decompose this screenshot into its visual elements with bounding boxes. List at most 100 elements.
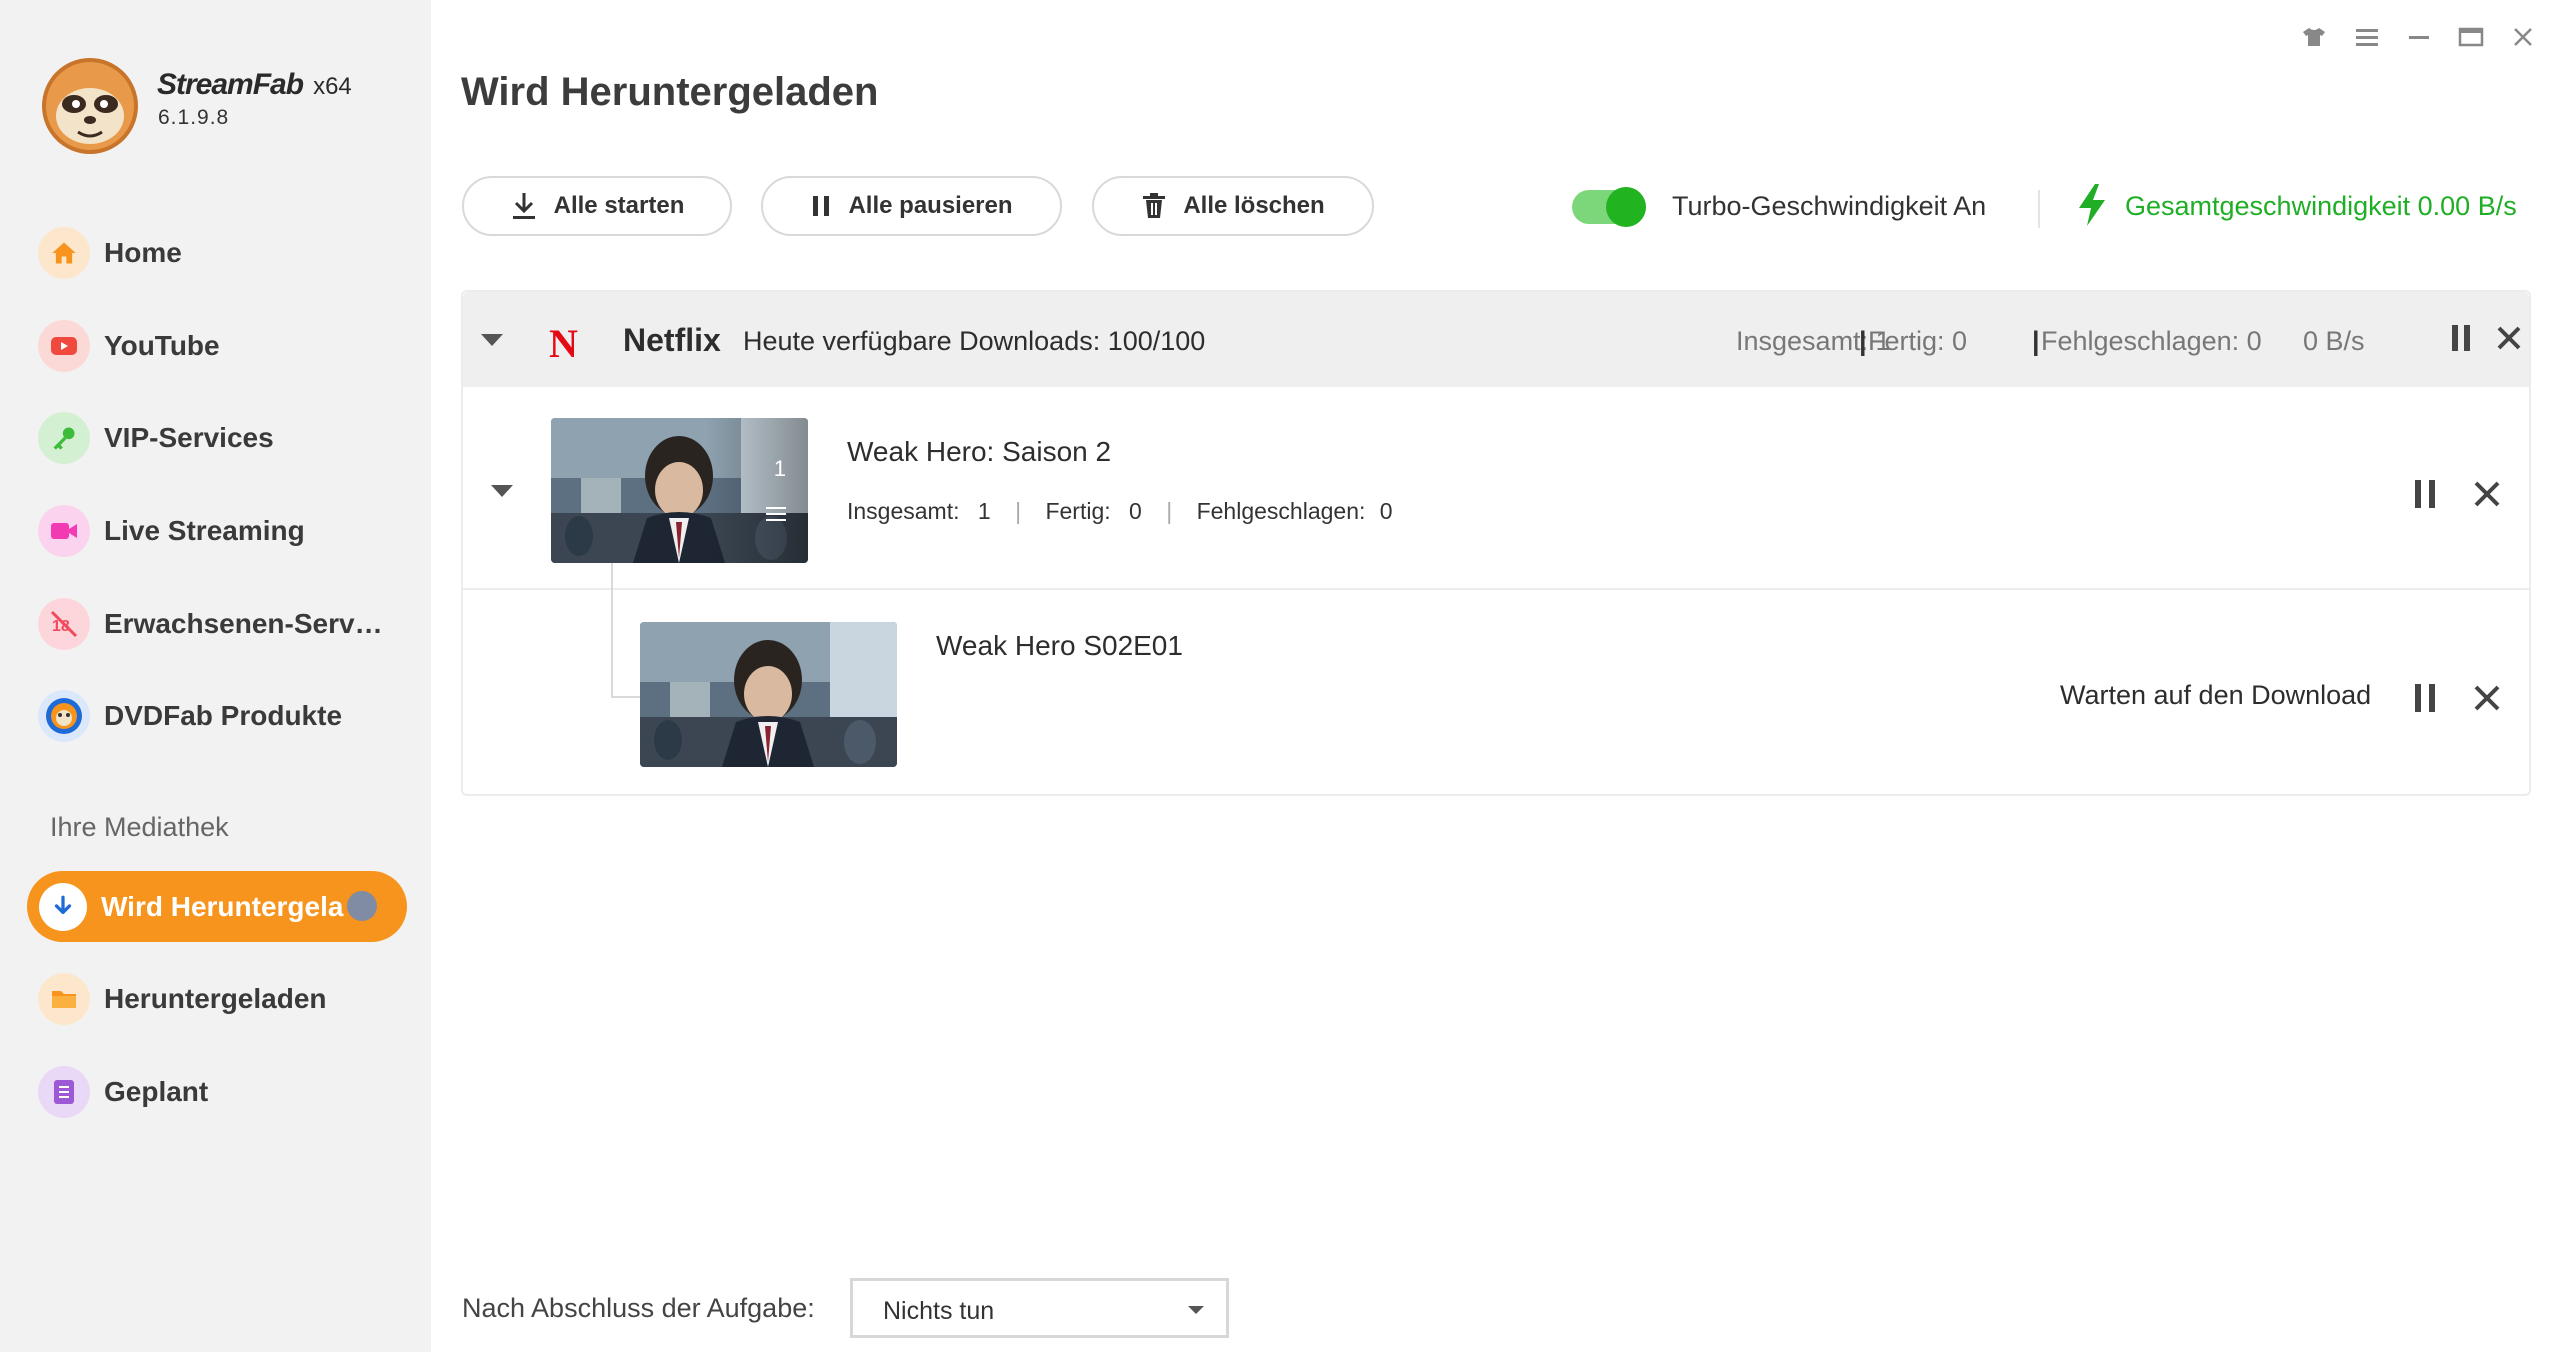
service-name: Netflix (623, 322, 721, 358)
youtube-icon (38, 320, 90, 372)
download-icon (512, 193, 535, 219)
pause-season-button[interactable] (2405, 474, 2445, 514)
delete-all-label: Alle löschen (1183, 192, 1325, 219)
app-version: 6.1.9.8 (158, 106, 230, 129)
sidebar-item-live-streaming[interactable]: Live Streaming (26, 495, 406, 567)
stat-separator: | (1015, 498, 1022, 524)
download-group: N Netflix Heute verfügbare Downloads: 10… (461, 290, 2531, 796)
streamfab-logo (38, 54, 142, 158)
close-season-button[interactable] (2467, 474, 2507, 514)
tree-line (611, 563, 613, 698)
close-episode-button[interactable] (2467, 678, 2507, 718)
sidebar-item-label: Geplant (104, 1076, 209, 1107)
close-window-icon[interactable] (2506, 20, 2540, 54)
sidebar-item-dvdfab-products[interactable]: DVDFab Produkte (26, 680, 406, 752)
done-value: 0 (1129, 498, 1142, 524)
pause-icon (2415, 684, 2435, 712)
season-title: Weak Hero: Saison 2 (847, 436, 1112, 467)
tree-line (611, 696, 641, 698)
sidebar-item-adult-services[interactable]: 18 Erwachsenen-Serv… (26, 588, 406, 660)
trash-icon (1143, 193, 1166, 218)
close-icon (2474, 481, 2500, 507)
lightning-icon (2075, 182, 2109, 233)
key-icon (38, 412, 90, 464)
download-icon (39, 882, 87, 931)
after-task-select[interactable]: Nichts tun (850, 1278, 1229, 1338)
app-name: StreamFab x64 (157, 68, 352, 101)
divider (2038, 190, 2040, 228)
after-task-label: Nach Abschluss der Aufgabe: (462, 1293, 815, 1323)
turbo-label: Turbo-Geschwindigkeit An (1672, 191, 1987, 221)
season-stats: Insgesamt: 1 | Fertig: 0 | Fehlgeschlage… (847, 498, 1393, 525)
close-group-button[interactable] (2491, 320, 2527, 356)
after-task-value: Nichts tun (883, 1297, 995, 1325)
total-speed: Gesamtgeschwindigkeit 0.00 B/s (2125, 191, 2517, 221)
start-all-label: Alle starten (553, 192, 685, 219)
stat-separator: | (2032, 326, 2040, 356)
sidebar-item-label: DVDFab Produkte (104, 700, 343, 731)
toggle-knob (1606, 187, 1646, 227)
download-quota: Heute verfügbare Downloads: 100/100 (743, 326, 1206, 356)
collapse-group-icon[interactable] (481, 334, 503, 346)
sidebar-item-scheduled[interactable]: Geplant (26, 1056, 406, 1128)
total-label: Insgesamt: (847, 498, 960, 524)
minimize-icon[interactable] (2402, 20, 2436, 54)
sidebar-item-home[interactable]: Home (26, 217, 406, 289)
failed-value: 0 (1379, 498, 1393, 524)
episode-thumbnail[interactable] (640, 622, 897, 767)
sidebar-item-vip-services[interactable]: VIP-Services (26, 402, 406, 474)
dvdfab-icon (38, 690, 90, 742)
playlist-icon (764, 504, 788, 529)
failed-label: Fehlgeschlagen: (1196, 498, 1366, 524)
adult-icon: 18 (38, 598, 90, 650)
sidebar: StreamFab x64 6.1.9.8 Home YouTube VIP-Se… (0, 0, 431, 1352)
page-title: Wird Heruntergeladen (461, 70, 879, 114)
sidebar-item-downloading[interactable]: Wird Heruntergela (27, 871, 407, 942)
group-failed: Fehlgeschlagen: 0 (2041, 326, 2262, 356)
sidebar-item-downloaded[interactable]: Heruntergeladen (26, 963, 406, 1035)
camera-icon (38, 505, 90, 557)
episode-title: Weak Hero S02E01 (936, 630, 1183, 661)
home-icon (38, 227, 90, 279)
pause-episode-button[interactable] (2405, 678, 2445, 718)
pause-icon (813, 196, 830, 216)
menu-icon[interactable] (2350, 20, 2384, 54)
group-header: N Netflix Heute verfügbare Downloads: 10… (463, 292, 2529, 387)
group-done: Fertig: 0 (1868, 326, 1968, 356)
sidebar-item-label: VIP-Services (104, 422, 274, 453)
chevron-down-icon (1188, 1306, 1204, 1314)
netflix-icon: N (549, 321, 578, 366)
sidebar-item-label: Heruntergeladen (104, 983, 327, 1014)
episode-status: Warten auf den Download (2060, 680, 2372, 710)
sidebar-item-label: Live Streaming (104, 515, 305, 546)
library-section-label: Ihre Mediathek (50, 812, 229, 842)
close-icon (2474, 685, 2500, 711)
group-speed: 0 B/s (2303, 326, 2365, 356)
start-all-button[interactable]: Alle starten (462, 176, 732, 236)
sidebar-item-label: Erwachsenen-Serv… (104, 608, 383, 639)
list-icon (38, 1066, 90, 1118)
pause-icon (2452, 325, 2470, 351)
delete-all-button[interactable]: Alle löschen (1092, 176, 1374, 236)
close-icon (2497, 326, 2521, 350)
pause-all-button[interactable]: Alle pausieren (761, 176, 1062, 236)
skin-icon[interactable] (2297, 20, 2331, 54)
collapse-season-icon[interactable] (491, 485, 513, 497)
pause-group-button[interactable] (2443, 320, 2479, 356)
sidebar-item-label: Home (104, 237, 182, 268)
pause-icon (2415, 480, 2435, 508)
row-divider (463, 588, 2529, 590)
season-thumbnail[interactable]: 1 (551, 418, 808, 563)
count-badge (347, 891, 377, 921)
stat-separator: | (1859, 326, 1867, 356)
sidebar-item-youtube[interactable]: YouTube (26, 310, 406, 382)
sidebar-item-label: YouTube (104, 330, 220, 361)
done-label: Fertig: (1045, 498, 1111, 524)
turbo-toggle[interactable] (1572, 187, 1646, 227)
episode-count-badge: 1 (773, 456, 786, 481)
sidebar-item-label: Wird Heruntergela (101, 890, 344, 922)
maximize-icon[interactable] (2454, 20, 2488, 54)
thumbnail-overlay (551, 418, 808, 563)
total-value: 1 (977, 498, 991, 524)
stat-separator: | (1166, 498, 1173, 524)
